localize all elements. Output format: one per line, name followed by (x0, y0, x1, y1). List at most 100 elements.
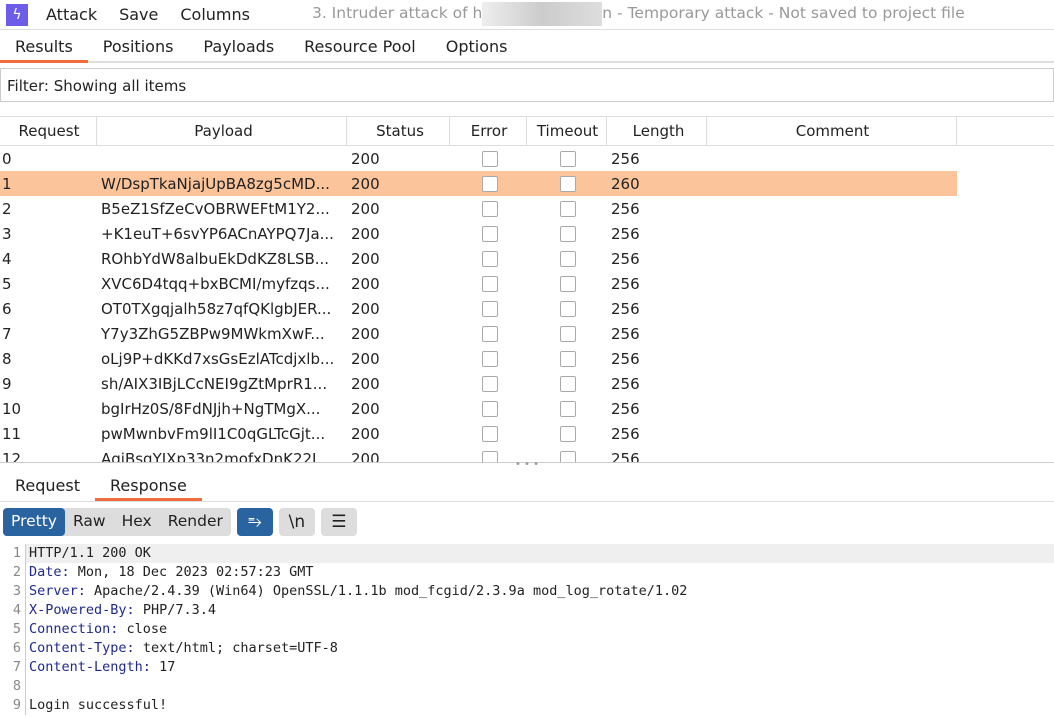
error-checkbox (481, 276, 498, 292)
col-comment[interactable]: Comment (707, 116, 957, 146)
table-row[interactable]: 12 AgiBsqYIXp33n2mofxDnK22L... 200 256 (0, 446, 957, 462)
timeout-checkbox (560, 151, 576, 167)
error-checkbox (481, 451, 498, 462)
line-number: 1 (0, 544, 26, 563)
table-row[interactable]: 3 +K1euT+6svYP6ACnAYPQ7Ja... 200 256 (0, 221, 957, 246)
line-number: 7 (0, 658, 26, 677)
table-row[interactable]: 0 200 256 (0, 146, 957, 171)
table-row[interactable]: 6 OT0TXgqjalh58z7qfQKlgbJER... 200 256 (0, 296, 957, 321)
cell-status: 200 (351, 149, 380, 168)
table-row[interactable]: 2 B5eZ1SfZeCvOBRWEFtM1Y2... 200 256 (0, 196, 957, 221)
cell-status: 200 (351, 199, 380, 218)
cell-length: 256 (611, 399, 640, 418)
line-text: Content-Type: text/html; charset=UTF-8 (29, 640, 338, 656)
cell-request: 9 (2, 374, 12, 393)
cell-payload: W/DspTkaNjajUpBA8zg5cMD... (101, 174, 330, 193)
tab-payloads[interactable]: Payloads (188, 31, 289, 63)
cell-timeout (527, 425, 607, 443)
error-checkbox (481, 301, 498, 317)
table-row[interactable]: 1 W/DspTkaNjajUpBA8zg5cMD... 200 260 (0, 171, 957, 196)
burp-logo-icon: ϟ (6, 3, 28, 26)
menu-attack[interactable]: Attack (46, 5, 97, 24)
col-error[interactable]: Error (450, 116, 527, 146)
raw-button[interactable]: Raw (65, 508, 114, 536)
table-row[interactable]: 11 pwMwnbvFm9lI1C0qGLTcGjt... 200 256 (0, 421, 957, 446)
cell-length: 256 (611, 299, 640, 318)
cell-status: 200 (351, 224, 380, 243)
hex-button[interactable]: Hex (114, 508, 160, 536)
table-row[interactable]: 5 XVC6D4tqq+bxBCMI/myfzqs... 200 256 (0, 271, 957, 296)
cell-error (450, 150, 527, 168)
header-value: Apache/2.4.39 (Win64) OpenSSL/1.1.1b mod… (85, 583, 688, 599)
tab-options[interactable]: Options (431, 31, 523, 63)
cell-payload: B5eZ1SfZeCvOBRWEFtM1Y2... (101, 199, 330, 218)
code-line: 1 HTTP/1.1 200 OK (0, 544, 1054, 563)
timeout-checkbox (560, 326, 576, 342)
cell-length: 256 (611, 224, 640, 243)
cell-payload: AgiBsqYIXp33n2mofxDnK22L... (101, 449, 335, 463)
tab-results[interactable]: Results (0, 31, 88, 63)
cell-error (450, 175, 527, 193)
pane-splitter[interactable]: • • • (0, 460, 1054, 470)
line-text: Server: Apache/2.4.39 (Win64) OpenSSL/1.… (29, 583, 688, 599)
cell-timeout (527, 300, 607, 318)
cell-status: 200 (351, 299, 380, 318)
response-toolbar: Pretty Raw Hex Render ⥱ \n ☰ (3, 508, 357, 536)
pretty-button[interactable]: Pretty (3, 508, 65, 536)
error-checkbox (481, 326, 498, 342)
cell-timeout (527, 400, 607, 418)
timeout-checkbox (560, 301, 576, 317)
cell-payload: bgIrHz0S/8FdNJjh+NgTMgX... (101, 399, 321, 418)
menu-save[interactable]: Save (119, 5, 158, 24)
menu-columns[interactable]: Columns (180, 5, 250, 24)
cell-length: 256 (611, 249, 640, 268)
cell-status: 200 (351, 424, 380, 443)
hamburger-menu-icon[interactable]: ☰ (320, 508, 357, 536)
line-text (26, 677, 29, 696)
filter-bar[interactable]: Filter: Showing all items (0, 68, 1054, 102)
header-key: Connection (29, 621, 111, 637)
render-button[interactable]: Render (160, 508, 231, 536)
cell-timeout (527, 275, 607, 293)
cell-timeout (527, 325, 607, 343)
tab-resource-pool[interactable]: Resource Pool (289, 31, 431, 63)
col-length[interactable]: Length (607, 116, 707, 146)
timeout-checkbox (560, 426, 576, 442)
title-prefix: 3. Intruder attack of h (311, 3, 483, 22)
cell-length: 256 (611, 449, 640, 463)
col-timeout[interactable]: Timeout (527, 116, 607, 146)
table-row[interactable]: 10 bgIrHz0S/8FdNJjh+NgTMgX... 200 256 (0, 396, 957, 421)
newline-icon[interactable]: \n (278, 508, 315, 536)
error-checkbox (481, 226, 498, 242)
table-row[interactable]: 4 ROhbYdW8albuEkDdKZ8LSB... 200 256 (0, 246, 957, 271)
col-request[interactable]: Request (0, 116, 97, 146)
header-key: Server (29, 583, 78, 599)
col-payload[interactable]: Payload (97, 116, 347, 146)
col-status[interactable]: Status (347, 116, 450, 146)
table-row[interactable]: 7 Y7y3ZhG5ZBPw9MWkmXwF... 200 256 (0, 321, 957, 346)
cell-error (450, 225, 527, 243)
timeout-checkbox (560, 376, 576, 392)
header-value: 17 (150, 659, 176, 675)
cell-timeout (527, 175, 607, 193)
wrap-lines-icon[interactable]: ⥱ (236, 508, 273, 536)
cell-request: 0 (2, 149, 12, 168)
cell-status: 200 (351, 374, 380, 393)
header-key: X-Powered-By (29, 602, 127, 618)
cell-status: 200 (351, 174, 380, 193)
tab-positions[interactable]: Positions (88, 31, 189, 63)
table-row[interactable]: 8 oLj9P+dKKd7xsGsEzlATcdjxlb... 200 256 (0, 346, 957, 371)
tab-request[interactable]: Request (0, 470, 95, 501)
header-value: HTTP/1.1 200 OK (29, 545, 151, 561)
line-number: 2 (0, 563, 26, 582)
table-row[interactable]: 9 sh/AIX3IBjLCcNEI9gZtMprR1... 200 256 (0, 371, 957, 396)
line-number: 8 (0, 677, 26, 696)
tab-response[interactable]: Response (95, 470, 202, 501)
cell-timeout (527, 225, 607, 243)
response-body[interactable]: 1 HTTP/1.1 200 OK 2 Date: Mon, 18 Dec 2023 … (0, 544, 1054, 715)
cell-payload: +K1euT+6svYP6ACnAYPQ7Ja... (101, 224, 334, 243)
cell-timeout (527, 375, 607, 393)
code-line: 9 Login successful! (0, 696, 1054, 715)
cell-request: 5 (2, 274, 12, 293)
header-value: Login successful! (29, 697, 168, 713)
